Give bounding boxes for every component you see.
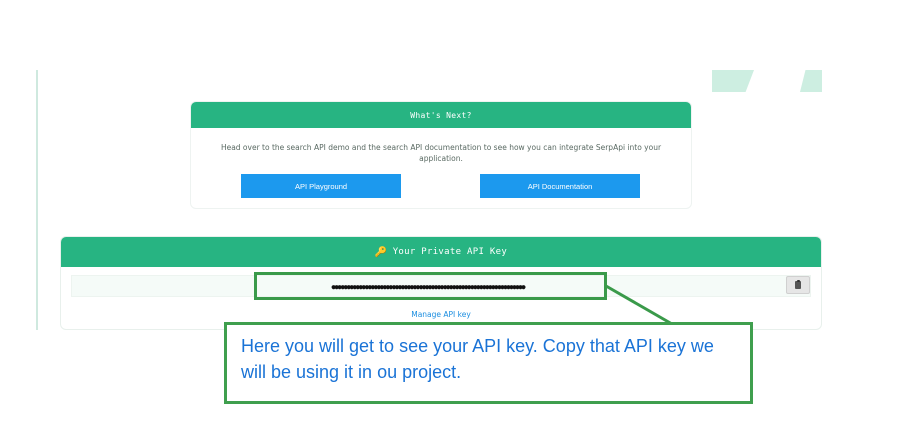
private-api-key-header: 🔑 Your Private API Key [61, 237, 821, 267]
manage-api-key-link[interactable]: Manage API key [60, 310, 822, 319]
whats-next-description: Head over to the search API demo and the… [220, 143, 662, 163]
callout-annotation: Here you will get to see your API key. C… [224, 322, 753, 404]
api-key-highlight-box [254, 272, 607, 300]
clipboard-icon [795, 279, 801, 289]
copy-api-key-button[interactable] [786, 276, 810, 294]
api-playground-button[interactable]: API Playground [241, 174, 401, 198]
private-api-key-title: Your Private API Key [392, 247, 508, 257]
key-icon: 🔑 [374, 246, 388, 258]
decorative-shape [712, 70, 754, 92]
whats-next-header: What's Next? [191, 102, 691, 128]
api-documentation-button[interactable]: API Documentation [480, 174, 640, 198]
left-page-divider [36, 70, 38, 330]
decorative-shape [800, 70, 822, 92]
